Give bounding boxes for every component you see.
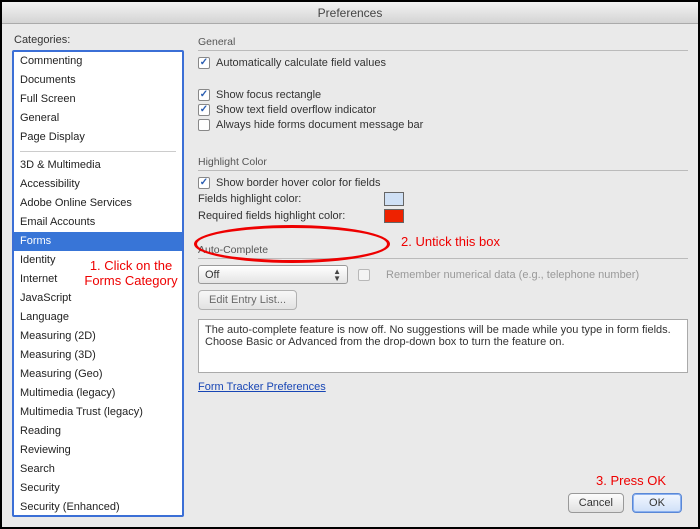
highlight-heading: Highlight Color	[198, 156, 688, 171]
sidebar: Categories: CommentingDocumentsFull Scre…	[12, 32, 184, 517]
sidebar-item-3d-multimedia[interactable]: 3D & Multimedia	[14, 156, 182, 175]
dropdown-value: Off	[205, 269, 219, 281]
sidebar-item-page-display[interactable]: Page Display	[14, 128, 182, 147]
dialog-footer: Cancel OK	[568, 493, 682, 513]
sidebar-item-measuring-geo-[interactable]: Measuring (Geo)	[14, 365, 182, 384]
sidebar-item-identity[interactable]: Identity	[14, 251, 182, 270]
sidebar-item-reviewing[interactable]: Reviewing	[14, 441, 182, 460]
show-border-row[interactable]: Show border hover color for fields	[198, 177, 688, 189]
sidebar-item-javascript[interactable]: JavaScript	[14, 289, 182, 308]
sidebar-item-full-screen[interactable]: Full Screen	[14, 90, 182, 109]
form-tracker-link[interactable]: Form Tracker Preferences	[198, 381, 326, 393]
auto-complete-heading: Auto-Complete	[198, 244, 688, 259]
remember-label: Remember numerical data (e.g., telephone…	[386, 269, 639, 281]
checkbox-icon	[358, 269, 370, 281]
auto-calc-label: Automatically calculate field values	[216, 57, 386, 69]
auto-calc-row[interactable]: Automatically calculate field values	[198, 57, 688, 69]
sidebar-item-documents[interactable]: Documents	[14, 71, 182, 90]
sidebar-item-forms[interactable]: Forms	[14, 232, 182, 251]
sidebar-item-measuring-2d-[interactable]: Measuring (2D)	[14, 327, 182, 346]
categories-label: Categories:	[14, 34, 184, 46]
auto-complete-dropdown[interactable]: Off ▲▼	[198, 265, 348, 284]
checkbox-icon[interactable]	[198, 119, 210, 131]
sidebar-item-commenting[interactable]: Commenting	[14, 52, 182, 71]
sidebar-item-email-accounts[interactable]: Email Accounts	[14, 213, 182, 232]
sidebar-item-accessibility[interactable]: Accessibility	[14, 175, 182, 194]
preferences-window: Preferences Categories: CommentingDocume…	[0, 0, 700, 529]
sidebar-item-search[interactable]: Search	[14, 460, 182, 479]
general-heading: General	[198, 36, 688, 51]
window-title: Preferences	[2, 2, 698, 24]
fields-color-row: Fields highlight color:	[198, 192, 688, 206]
overflow-row[interactable]: Show text field overflow indicator	[198, 104, 688, 116]
checkbox-icon[interactable]	[198, 57, 210, 69]
auto-complete-row: Off ▲▼ Remember numerical data (e.g., te…	[198, 265, 688, 284]
categories-listbox[interactable]: CommentingDocumentsFull ScreenGeneralPag…	[12, 50, 184, 517]
sidebar-item-adobe-online-services[interactable]: Adobe Online Services	[14, 194, 182, 213]
focus-rect-row[interactable]: Show focus rectangle	[198, 89, 688, 101]
window-content: Categories: CommentingDocumentsFull Scre…	[2, 24, 698, 527]
sidebar-item-security[interactable]: Security	[14, 479, 182, 498]
cancel-button[interactable]: Cancel	[568, 493, 624, 513]
fields-color-label: Fields highlight color:	[198, 193, 378, 205]
main-panel: General Automatically calculate field va…	[184, 32, 688, 517]
sidebar-item-internet[interactable]: Internet	[14, 270, 182, 289]
checkbox-icon[interactable]	[198, 89, 210, 101]
sidebar-item-language[interactable]: Language	[14, 308, 182, 327]
checkbox-icon[interactable]	[198, 177, 210, 189]
edit-entry-button: Edit Entry List...	[198, 290, 297, 310]
sidebar-item-measuring-3d-[interactable]: Measuring (3D)	[14, 346, 182, 365]
focus-rect-label: Show focus rectangle	[216, 89, 321, 101]
ok-button[interactable]: OK	[632, 493, 682, 513]
sidebar-item-reading[interactable]: Reading	[14, 422, 182, 441]
overflow-label: Show text field overflow indicator	[216, 104, 376, 116]
sidebar-item-multimedia-legacy-[interactable]: Multimedia (legacy)	[14, 384, 182, 403]
show-border-label: Show border hover color for fields	[216, 177, 380, 189]
hide-msgbar-row[interactable]: Always hide forms document message bar	[198, 119, 688, 131]
auto-complete-description: The auto-complete feature is now off. No…	[198, 319, 688, 373]
edit-entry-row: Edit Entry List...	[198, 290, 688, 310]
required-color-row: Required fields highlight color:	[198, 209, 688, 223]
sidebar-item-multimedia-trust-legacy-[interactable]: Multimedia Trust (legacy)	[14, 403, 182, 422]
checkbox-icon[interactable]	[198, 104, 210, 116]
chevron-updown-icon: ▲▼	[333, 268, 341, 282]
color-swatch-fields[interactable]	[384, 192, 404, 206]
required-color-label: Required fields highlight color:	[198, 210, 378, 222]
hide-msgbar-label: Always hide forms document message bar	[216, 119, 423, 131]
sidebar-item-general[interactable]: General	[14, 109, 182, 128]
color-swatch-required[interactable]	[384, 209, 404, 223]
sidebar-item-security-enhanced-[interactable]: Security (Enhanced)	[14, 498, 182, 517]
